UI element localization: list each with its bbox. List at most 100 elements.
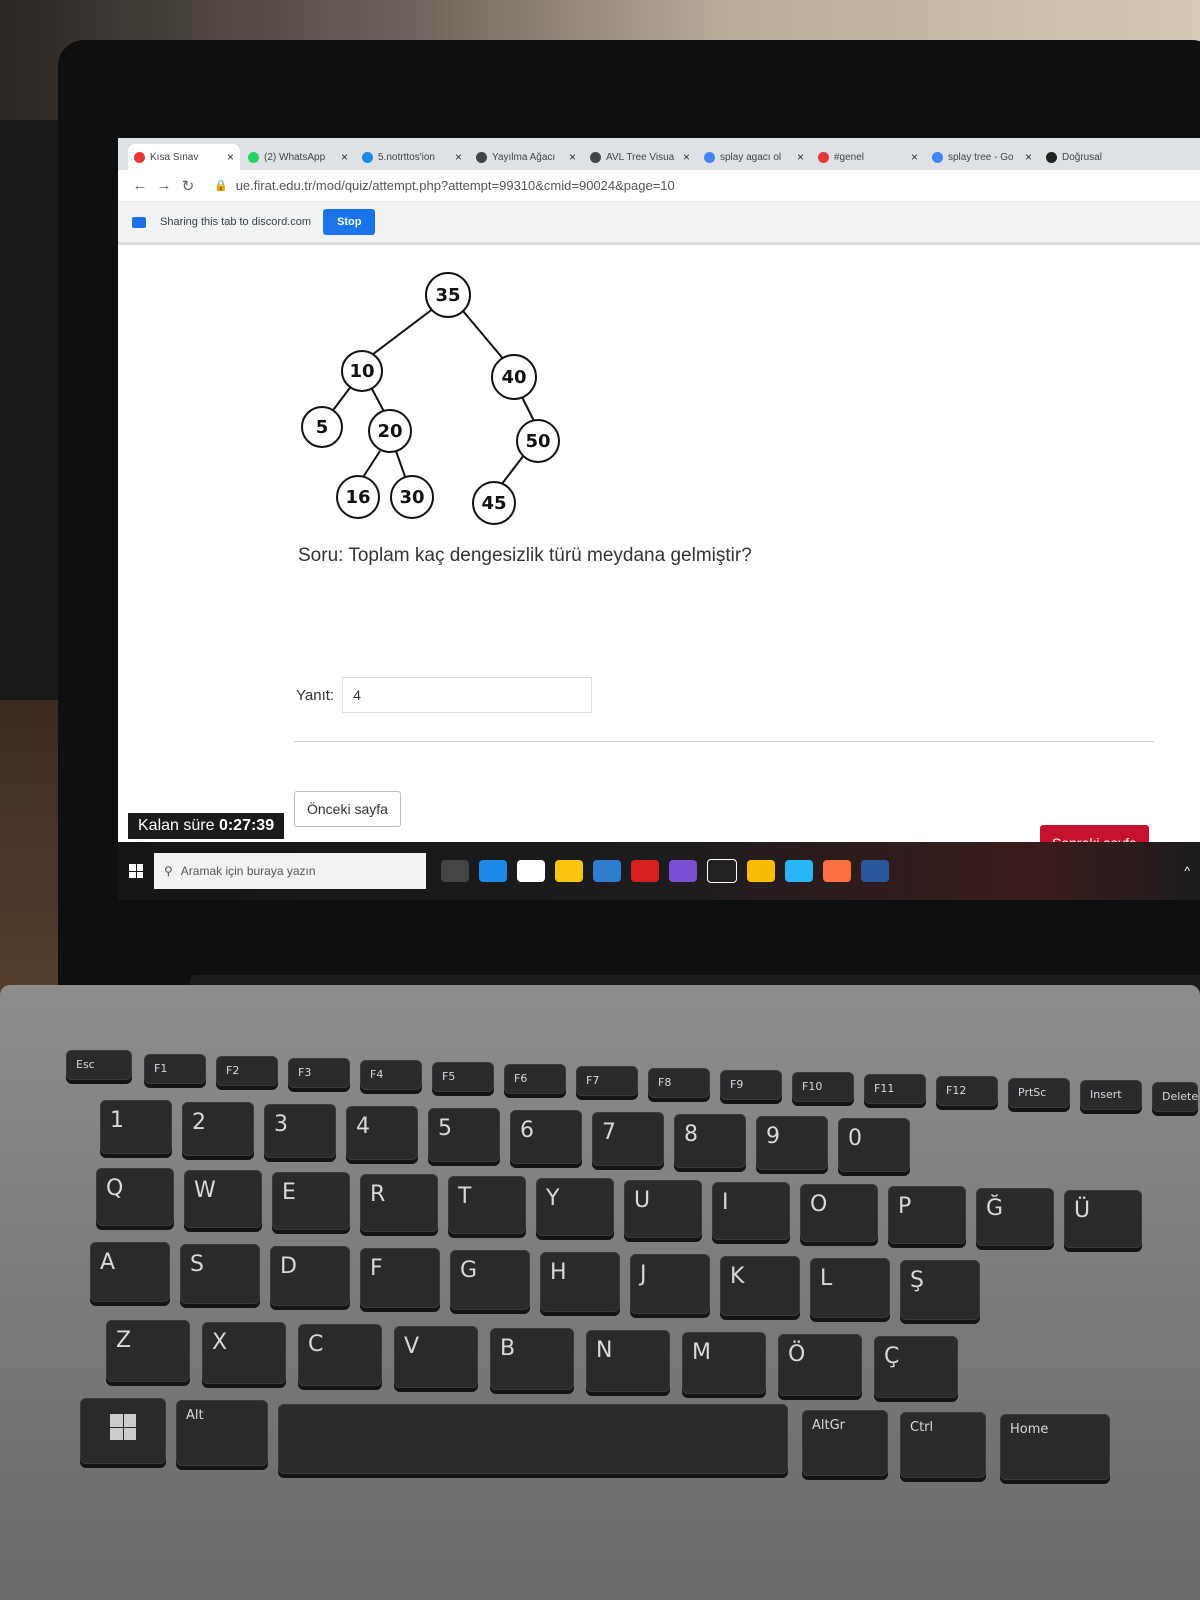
app-blue-icon[interactable] xyxy=(785,860,813,882)
previous-page-button[interactable]: Önceki sayfa xyxy=(294,791,401,827)
key-c[interactable]: C xyxy=(298,1324,382,1386)
key-r[interactable]: R xyxy=(360,1174,438,1232)
key-windows[interactable] xyxy=(80,1398,166,1464)
key-l[interactable]: L xyxy=(810,1258,890,1318)
edge-icon[interactable] xyxy=(479,860,507,882)
key-m[interactable]: M xyxy=(682,1332,766,1394)
key-2[interactable]: 2 xyxy=(182,1102,254,1156)
stop-sharing-button[interactable]: Stop xyxy=(323,209,376,235)
key-space[interactable] xyxy=(278,1404,788,1474)
url-text[interactable]: ue.firat.edu.tr/mod/quiz/attempt.php?att… xyxy=(236,178,675,193)
key-delete[interactable]: Delete xyxy=(1152,1082,1198,1112)
key-8[interactable]: 8 xyxy=(674,1114,746,1168)
key-5[interactable]: 5 xyxy=(428,1108,500,1162)
key-j[interactable]: J xyxy=(630,1254,710,1314)
key-s[interactable]: S xyxy=(180,1244,260,1304)
task-view-icon[interactable] xyxy=(441,860,469,882)
back-arrow-icon[interactable]: ← xyxy=(128,177,152,194)
key-f[interactable]: F xyxy=(360,1248,440,1308)
key-6[interactable]: 6 xyxy=(510,1110,582,1164)
key-c-cedilla[interactable]: Ç xyxy=(874,1336,958,1398)
key-g[interactable]: G xyxy=(450,1250,530,1310)
key-f2[interactable]: F2 xyxy=(216,1056,278,1086)
browser-tab[interactable]: Kısa Sınav × xyxy=(128,144,240,170)
key-insert[interactable]: Insert xyxy=(1080,1080,1142,1110)
visual-studio-icon[interactable] xyxy=(669,860,697,882)
key-n[interactable]: N xyxy=(586,1330,670,1392)
unity-icon[interactable] xyxy=(707,859,737,883)
key-f3[interactable]: F3 xyxy=(288,1058,350,1088)
browser-tab[interactable]: (2) WhatsApp × xyxy=(242,144,354,170)
key-e[interactable]: E xyxy=(272,1172,350,1230)
key-b[interactable]: B xyxy=(490,1328,574,1390)
key-i[interactable]: I xyxy=(712,1182,790,1240)
key-0[interactable]: 0 xyxy=(838,1118,910,1172)
key-f11[interactable]: F11 xyxy=(864,1074,926,1104)
key-1[interactable]: 1 xyxy=(100,1100,172,1154)
browser-tab[interactable]: splay tree - Go × xyxy=(926,144,1038,170)
key-u-umlaut[interactable]: Ü xyxy=(1064,1190,1142,1248)
chrome-icon[interactable] xyxy=(747,860,775,882)
key-q[interactable]: Q xyxy=(96,1168,174,1226)
key-f1[interactable]: F1 xyxy=(144,1054,206,1084)
close-tab-icon[interactable]: × xyxy=(569,150,576,164)
browser-tab[interactable]: 5.notrttos'ion × xyxy=(356,144,468,170)
key-4[interactable]: 4 xyxy=(346,1106,418,1160)
key-d[interactable]: D xyxy=(270,1246,350,1306)
key-o[interactable]: O xyxy=(800,1184,878,1242)
key-v[interactable]: V xyxy=(394,1326,478,1388)
close-tab-icon[interactable]: × xyxy=(683,150,690,164)
key-u[interactable]: U xyxy=(624,1180,702,1238)
key-f5[interactable]: F5 xyxy=(432,1062,494,1092)
close-tab-icon[interactable]: × xyxy=(227,150,234,164)
key-s-cedilla[interactable]: Ş xyxy=(900,1260,980,1320)
key-f4[interactable]: F4 xyxy=(360,1060,422,1090)
browser-tab[interactable]: AVL Tree Visua × xyxy=(584,144,696,170)
key-home[interactable]: Home xyxy=(1000,1414,1110,1480)
close-tab-icon[interactable]: × xyxy=(341,150,348,164)
file-explorer-icon[interactable] xyxy=(555,860,583,882)
key-ctrl[interactable]: Ctrl xyxy=(900,1412,986,1478)
key-f8[interactable]: F8 xyxy=(648,1068,710,1098)
key-f9[interactable]: F9 xyxy=(720,1070,782,1100)
key-o-umlaut[interactable]: Ö xyxy=(778,1334,862,1396)
close-tab-icon[interactable]: × xyxy=(797,150,804,164)
answer-input[interactable] xyxy=(342,677,593,713)
key-f6[interactable]: F6 xyxy=(504,1064,566,1094)
key-g-breve[interactable]: Ğ xyxy=(976,1188,1054,1246)
forward-arrow-icon[interactable]: → xyxy=(152,177,176,194)
browser-tab[interactable]: #genel × xyxy=(812,144,924,170)
taskbar-search-box[interactable]: ⚲ Aramak için buraya yazın xyxy=(154,853,426,889)
key-f10[interactable]: F10 xyxy=(792,1072,854,1102)
key-esc[interactable]: Esc xyxy=(66,1050,132,1080)
key-7[interactable]: 7 xyxy=(592,1112,664,1166)
browser-tab[interactable]: Yayılma Ağacı × xyxy=(470,144,582,170)
reload-icon[interactable]: ↻ xyxy=(176,177,200,195)
key-a[interactable]: A xyxy=(90,1242,170,1302)
key-y[interactable]: Y xyxy=(536,1178,614,1236)
browser-tab[interactable]: Doğrusal xyxy=(1040,144,1152,170)
key-f7[interactable]: F7 xyxy=(576,1066,638,1096)
close-tab-icon[interactable]: × xyxy=(911,150,918,164)
key-z[interactable]: Z xyxy=(106,1320,190,1382)
close-tab-icon[interactable]: × xyxy=(1025,150,1032,164)
app-hex-icon[interactable] xyxy=(823,860,851,882)
system-tray-chevron-icon[interactable]: ^ xyxy=(1184,864,1190,878)
key-9[interactable]: 9 xyxy=(756,1116,828,1170)
key-prtsc[interactable]: PrtSc xyxy=(1008,1078,1070,1108)
key-x[interactable]: X xyxy=(202,1322,286,1384)
key-f12[interactable]: F12 xyxy=(936,1076,998,1106)
key-k[interactable]: K xyxy=(720,1256,800,1316)
word-icon[interactable] xyxy=(861,860,889,882)
key-t[interactable]: T xyxy=(448,1176,526,1234)
store-icon[interactable] xyxy=(517,860,545,882)
key-h[interactable]: H xyxy=(540,1252,620,1312)
mail-icon[interactable] xyxy=(593,860,621,882)
start-button[interactable] xyxy=(118,853,154,889)
key-3[interactable]: 3 xyxy=(264,1104,336,1158)
app-red-icon[interactable] xyxy=(631,860,659,882)
key-altgr[interactable]: AltGr xyxy=(802,1410,888,1476)
key-p[interactable]: P xyxy=(888,1186,966,1244)
browser-tab[interactable]: splay agacı ol × xyxy=(698,144,810,170)
key-w[interactable]: W xyxy=(184,1170,262,1228)
